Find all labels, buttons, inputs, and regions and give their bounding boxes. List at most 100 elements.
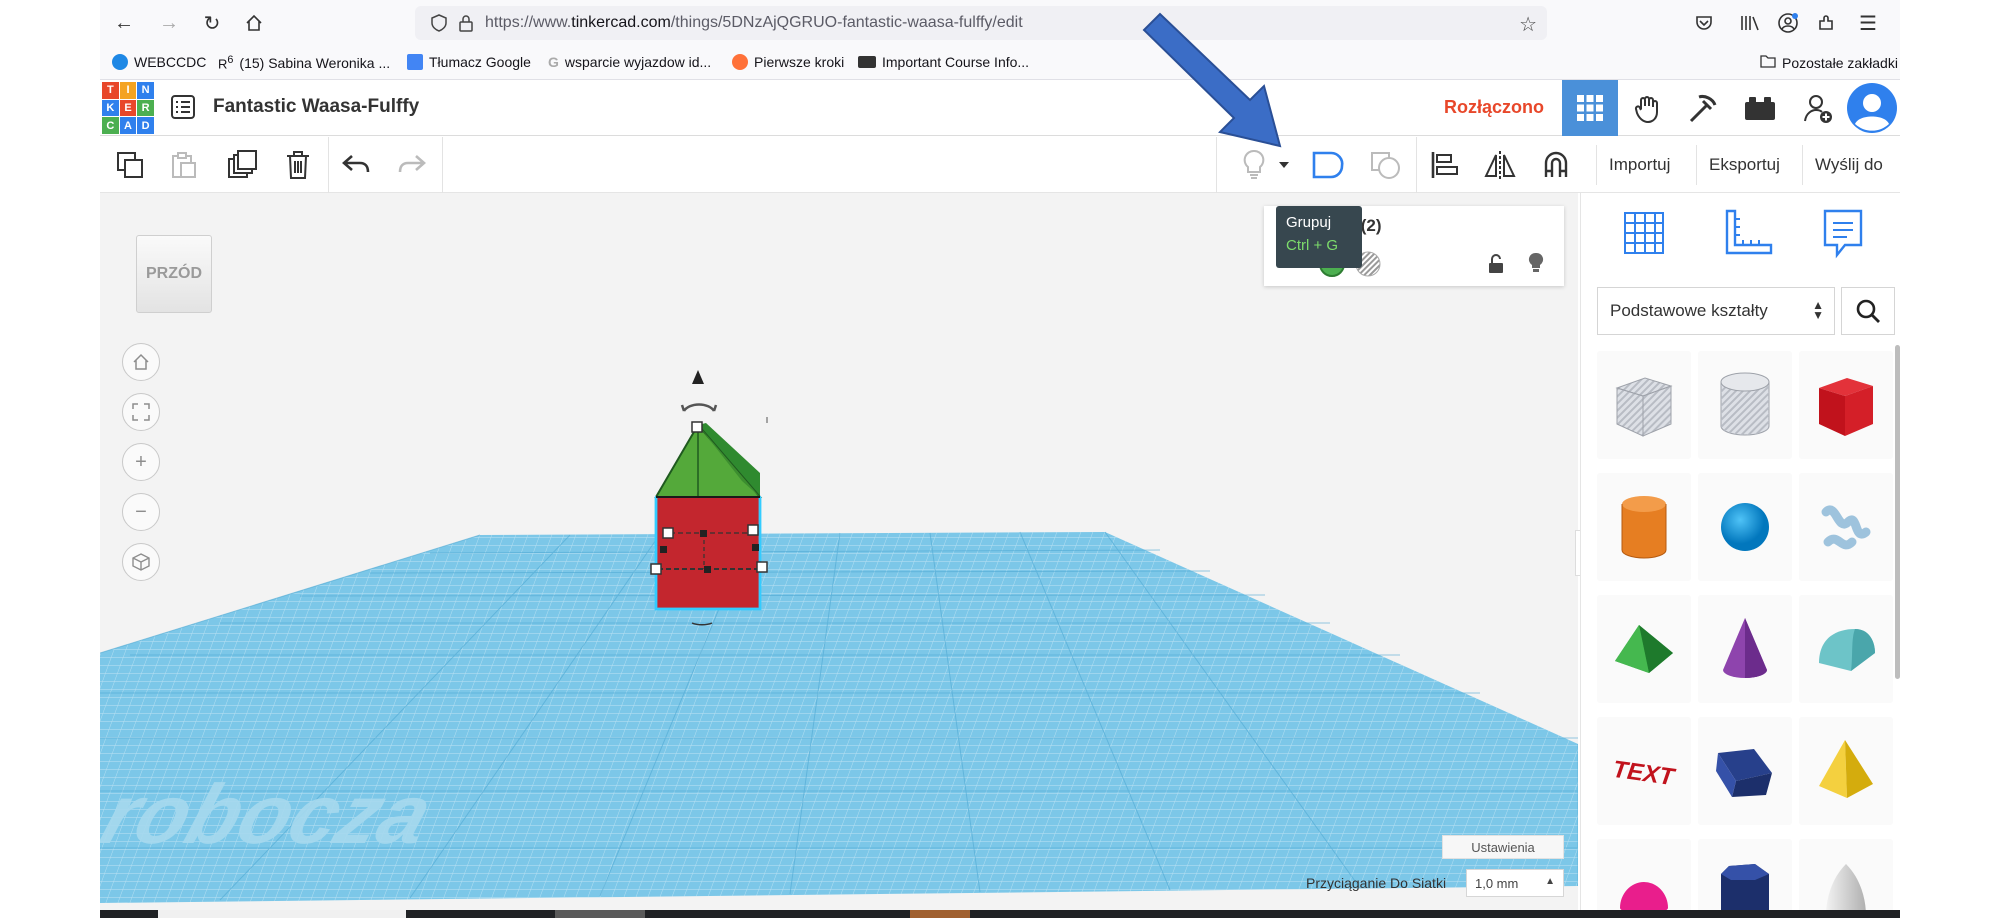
shape-cylinder[interactable]	[1597, 473, 1691, 581]
shape-grid: TEXT	[1597, 351, 1893, 911]
grid-view-icon[interactable]	[1562, 80, 1618, 136]
hand-icon[interactable]	[1620, 80, 1676, 136]
snap-label: Przyciąganie Do Siatki	[1306, 875, 1447, 891]
taskbar-item[interactable]	[158, 910, 406, 918]
url-text[interactable]: https://www.tinkercad.com/things/5DNzAjQ…	[485, 14, 1023, 32]
roof-shape[interactable]	[654, 423, 763, 498]
bookmark-course[interactable]: Important Course Info...	[858, 54, 1029, 70]
shape-half-sphere[interactable]	[1597, 839, 1691, 911]
shape-box[interactable]	[1799, 351, 1893, 459]
zoom-in-icon[interactable]: +	[122, 443, 160, 481]
shape-sphere[interactable]	[1698, 473, 1792, 581]
project-title[interactable]: Fantastic Waasa-Fulffy	[213, 96, 419, 118]
star-icon[interactable]: ☆	[1519, 12, 1537, 37]
shapes-panel: Podstawowe kształty ▲ ▼ TEXT	[1580, 193, 1900, 911]
design-list-icon[interactable]	[170, 94, 196, 125]
shape-wedge[interactable]	[1698, 717, 1792, 825]
library-icon[interactable]	[1736, 9, 1764, 37]
unlock-icon[interactable]	[1488, 254, 1504, 279]
avatar[interactable]	[1844, 80, 1900, 136]
export-button[interactable]: Eksportuj	[1696, 145, 1792, 185]
tinkercad-logo[interactable]: T I N K E R C A D	[102, 82, 154, 134]
workplane-area[interactable]: rcz. robocza	[100, 193, 1578, 910]
extensions-icon[interactable]	[1812, 9, 1840, 37]
taskbar-item[interactable]	[555, 910, 645, 918]
notes-icon[interactable]	[1821, 207, 1865, 266]
ungroup-icon[interactable]	[1364, 143, 1408, 187]
logo-letter: C	[102, 117, 119, 134]
workplane-canvas[interactable]: rcz. robocza	[100, 193, 1578, 910]
shape-polygon[interactable]	[1698, 839, 1792, 911]
shape-box-hole[interactable]	[1597, 351, 1691, 459]
taskbar-item[interactable]	[910, 910, 970, 918]
rotate-arc-icon[interactable]	[680, 403, 718, 412]
folder-icon	[1760, 54, 1776, 71]
annotation-arrow	[1142, 12, 1282, 148]
forward-icon[interactable]: →	[155, 9, 183, 37]
settings-button[interactable]: Ustawienia	[1442, 835, 1564, 859]
search-button[interactable]	[1841, 287, 1895, 335]
search-icon	[1856, 299, 1880, 323]
shape-pyramid[interactable]	[1799, 717, 1893, 825]
box-shape[interactable]	[654, 496, 762, 611]
bookmark-webccdc[interactable]: WEBCCDC	[112, 54, 206, 70]
logo-letter: N	[137, 82, 154, 99]
align-icon[interactable]	[1422, 143, 1466, 187]
lift-arrow-icon[interactable]	[692, 370, 704, 384]
magnet-icon[interactable]	[1534, 143, 1578, 187]
bookmarks-bar: WEBCCDC R6 (15) Sabina Weronika ... Tłuma…	[100, 46, 1900, 80]
view-cube[interactable]: PRZÓD	[136, 235, 212, 313]
shape-text[interactable]: TEXT	[1597, 717, 1691, 825]
shape-cone[interactable]	[1698, 595, 1792, 703]
shape-round-roof[interactable]	[1799, 595, 1893, 703]
ruler-icon[interactable]	[1721, 207, 1775, 264]
visibility-bulb-icon[interactable]	[1528, 252, 1544, 279]
app-frame: ← → ↻ https://www.tinkercad.com/things/5…	[100, 0, 1900, 918]
reload-icon[interactable]: ↻	[198, 9, 226, 37]
undo-icon[interactable]	[334, 143, 378, 187]
paste-icon[interactable]	[162, 143, 206, 187]
shield-icon[interactable]	[431, 14, 447, 37]
shape-roof[interactable]	[1597, 595, 1691, 703]
bookmark-sabina[interactable]: R6 (15) Sabina Weronika ...	[218, 54, 390, 71]
bookmark-translate[interactable]: Tłumacz Google	[407, 54, 531, 70]
workplane-grid-icon[interactable]	[1619, 207, 1669, 264]
perspective-icon[interactable]	[122, 543, 160, 581]
mirror-icon[interactable]	[1478, 143, 1522, 187]
bookmark-other[interactable]: Pozostałe zakładki	[1760, 54, 1898, 71]
add-user-icon[interactable]	[1790, 80, 1846, 136]
home-icon[interactable]	[240, 9, 268, 37]
translate-icon	[407, 54, 423, 70]
send-to-button[interactable]: Wyślij do	[1802, 145, 1895, 185]
shape-scribble[interactable]	[1799, 473, 1893, 581]
address-bar[interactable]: https://www.tinkercad.com/things/5DNzAjQ…	[415, 6, 1547, 40]
fit-view-icon[interactable]	[122, 393, 160, 431]
bricks-icon[interactable]	[1732, 80, 1788, 136]
back-icon[interactable]: ←	[110, 9, 138, 37]
delete-icon[interactable]	[276, 143, 320, 187]
import-button[interactable]: Importuj	[1596, 145, 1682, 185]
account-icon[interactable]	[1774, 9, 1802, 37]
connection-status: Rozłączono	[1444, 97, 1545, 117]
shape-paraboloid[interactable]	[1799, 839, 1893, 911]
pocket-icon[interactable]	[1690, 9, 1718, 37]
lock-icon[interactable]	[459, 14, 473, 37]
select-arrows-icon: ▲ ▼	[1812, 298, 1824, 322]
bookmark-pierwsze[interactable]: Pierwsze kroki	[732, 54, 844, 70]
r-icon: R6	[218, 54, 234, 72]
pickaxe-icon[interactable]	[1676, 80, 1732, 136]
duplicate-icon[interactable]	[220, 143, 264, 187]
copy-icon[interactable]	[108, 143, 152, 187]
google-icon: G	[548, 54, 559, 70]
menu-icon[interactable]: ☰	[1854, 9, 1882, 37]
zoom-out-icon[interactable]: −	[122, 493, 160, 531]
logo-letter: A	[119, 117, 137, 134]
shape-library-select[interactable]: Podstawowe kształty ▲ ▼	[1597, 287, 1835, 335]
margin-right	[1900, 0, 2000, 918]
bookmark-wsparcie[interactable]: Gwsparcie wyjazdow id...	[548, 54, 711, 70]
home-view-icon[interactable]	[122, 343, 160, 381]
shape-cylinder-hole[interactable]	[1698, 351, 1792, 459]
panel-scrollbar[interactable]	[1895, 345, 1900, 679]
snap-grid-select[interactable]: 1,0 mm ▲	[1466, 869, 1564, 897]
redo-icon[interactable]	[390, 143, 434, 187]
